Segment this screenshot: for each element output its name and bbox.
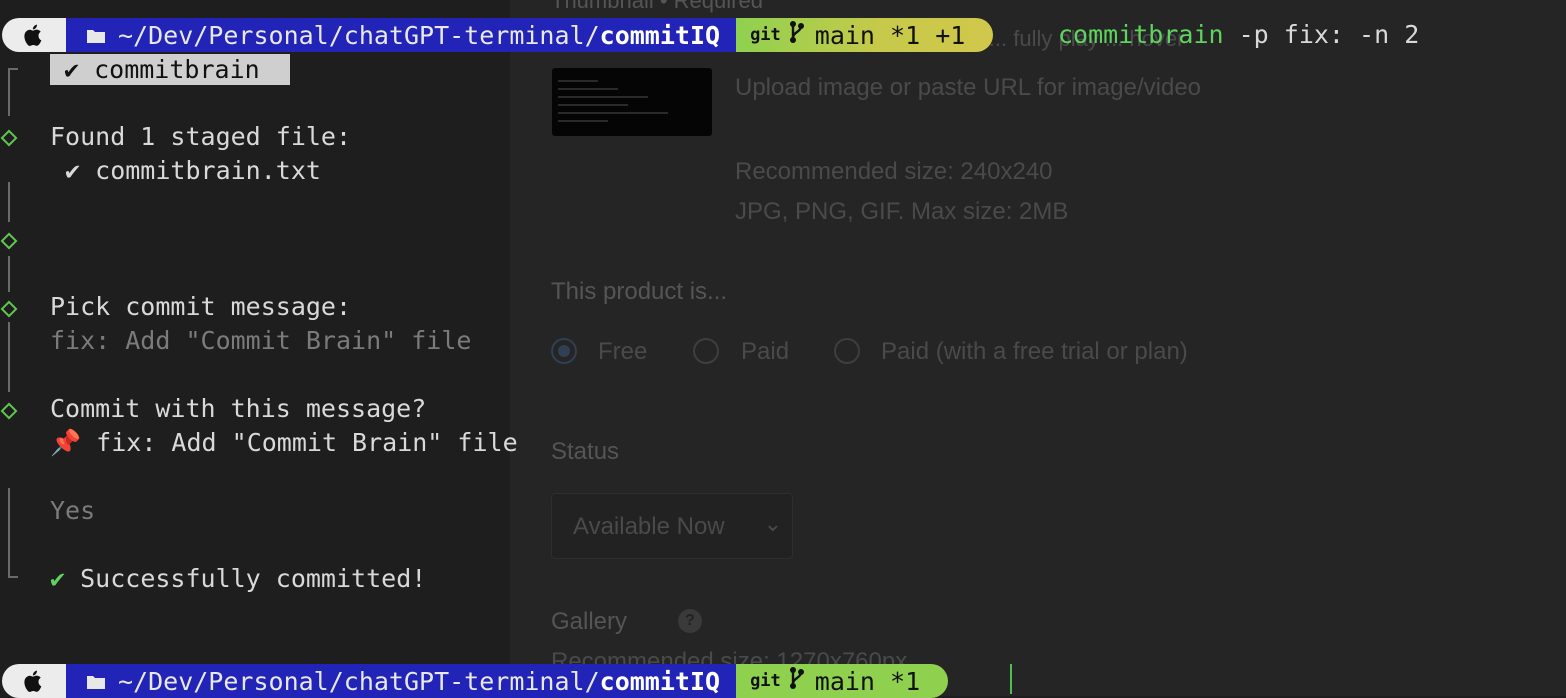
tree-connector xyxy=(8,256,10,292)
pick-message-label: Pick commit message: xyxy=(50,292,352,321)
apple-icon xyxy=(2,18,66,52)
branch-icon xyxy=(789,666,805,696)
tree-connector xyxy=(8,68,10,116)
step-diamond-icon xyxy=(0,402,18,420)
success-line: ✔ Successfully committed! xyxy=(50,564,426,594)
terminal[interactable]: ~/Dev/Personal/chatGPT-terminal/commitIQ… xyxy=(0,0,1566,698)
path-segment: ~/Dev/Personal/chatGPT-terminal/commitIQ xyxy=(66,18,737,52)
branch-status: main *1 +1 xyxy=(814,20,966,50)
command-args: -p fix: -n 2 xyxy=(1223,20,1420,49)
picked-message[interactable]: fix: Add "Commit Brain" file xyxy=(50,326,471,356)
staged-file: ✔ commitbrain.txt xyxy=(50,156,321,185)
success-text: Successfully committed! xyxy=(65,564,427,593)
branch-status: main *1 xyxy=(814,666,921,696)
tree-corner-bottom xyxy=(8,576,18,578)
text-cursor xyxy=(1010,664,1012,694)
tree-connector xyxy=(8,182,10,222)
prompt-line-2: ~/Dev/Personal/chatGPT-terminal/commitIQ… xyxy=(0,664,949,698)
found-staged: Found 1 staged file: xyxy=(50,122,352,151)
path-prefix: ~/Dev/Personal/chatGPT-terminal/ xyxy=(118,666,600,696)
git-label: git xyxy=(750,671,781,691)
check-icon: ✔ xyxy=(50,564,66,593)
prompt-line-1: ~/Dev/Personal/chatGPT-terminal/commitIQ… xyxy=(0,18,994,52)
answer-yes[interactable]: Yes xyxy=(50,496,95,526)
path-dir: commitIQ xyxy=(599,20,721,50)
commitbrain-badge: ✔ commitbrain xyxy=(50,54,290,85)
folder-icon xyxy=(86,21,106,50)
apple-icon xyxy=(2,664,66,698)
git-segment: git main *1 xyxy=(736,664,949,698)
path-prefix: ~/Dev/Personal/chatGPT-terminal/ xyxy=(118,20,600,50)
confirm-message: 📌 fix: Add "Commit Brain" file xyxy=(50,428,518,457)
git-segment: git main *1 +1 xyxy=(736,18,994,52)
command-name: commitbrain xyxy=(1058,20,1224,49)
tree-connector xyxy=(8,488,10,576)
step-diamond-icon xyxy=(0,129,18,147)
path-dir: commitIQ xyxy=(599,666,721,696)
branch-icon xyxy=(789,20,805,50)
git-label: git xyxy=(750,25,781,45)
path-segment: ~/Dev/Personal/chatGPT-terminal/commitIQ xyxy=(66,664,737,698)
tree-corner-top xyxy=(8,68,18,70)
folder-icon xyxy=(86,667,106,696)
command-line: commitbrain -p fix: -n 2 xyxy=(1058,20,1419,50)
step-diamond-icon xyxy=(0,300,18,318)
step-diamond-icon xyxy=(0,232,18,250)
tree-connector xyxy=(8,322,10,392)
confirm-question: Commit with this message? xyxy=(50,394,427,423)
